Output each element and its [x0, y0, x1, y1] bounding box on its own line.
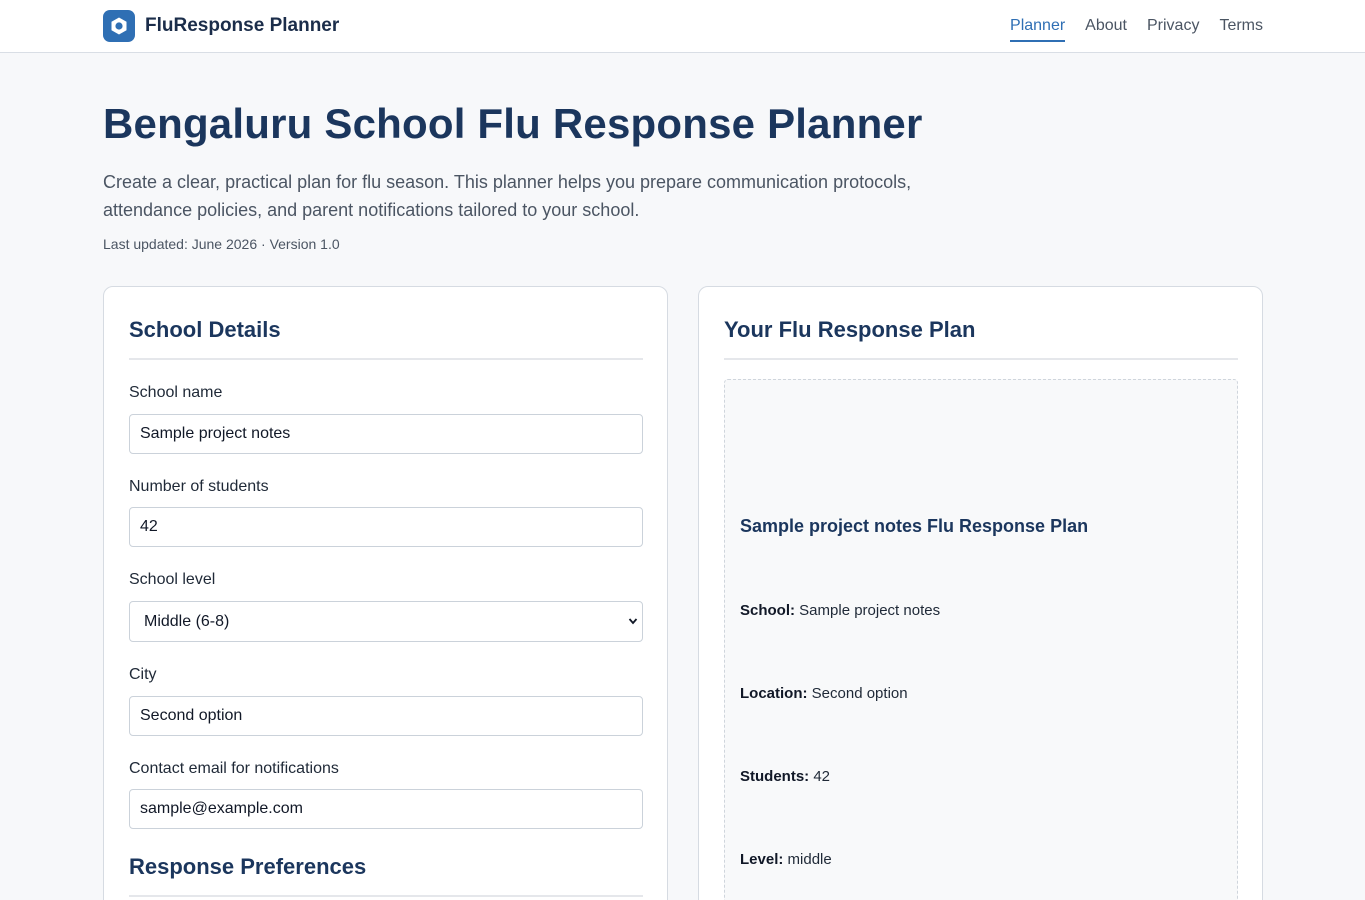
plan-line-students: Students: 42 [740, 768, 830, 785]
school-level-label: School level [129, 571, 216, 588]
response-preferences-heading: Response Preferences [129, 854, 367, 879]
plan-output: Sample project notes Flu Response Plan S… [724, 379, 1238, 900]
main-nav: Planner About Privacy Terms [990, 16, 1263, 42]
plan-line-key: Level: [740, 851, 784, 868]
plan-title: Sample project notes Flu Response Plan [740, 516, 1089, 536]
students-label: Number of students [129, 478, 269, 495]
nav-link-about[interactable]: About [1085, 16, 1127, 42]
city-input[interactable]: Second option [129, 696, 643, 736]
plan-line-level: Level: middle [740, 851, 832, 868]
email-input[interactable]: sample@example.com [129, 789, 643, 829]
plan-line-school: School: Sample project notes [740, 602, 940, 619]
page-description: Create a clear, practical plan for flu s… [103, 172, 912, 220]
plan-line-value: middle [787, 851, 832, 868]
school-level-select[interactable]: Middle (6-8) [129, 601, 643, 642]
school-details-heading: School Details [129, 317, 281, 342]
plan-line-location: Location: Second option [740, 685, 908, 702]
school-details-card: School Details School name Sample projec… [103, 286, 668, 900]
last-updated-meta: Last updated: June 2026 · Version 1.0 [103, 236, 340, 252]
school-level-value: Middle (6-8) [144, 613, 230, 630]
brand-name: FluResponse Planner [145, 15, 340, 36]
plan-line-key: Students: [740, 768, 810, 785]
city-label: City [129, 666, 157, 683]
nav-link-privacy[interactable]: Privacy [1147, 16, 1199, 42]
page-title: Bengaluru School Flu Response Planner [103, 100, 923, 147]
flu-plan-card: Your Flu Response Plan Sample project no… [698, 286, 1263, 900]
hexagon-logo-icon [103, 10, 135, 42]
nav-link-terms[interactable]: Terms [1219, 16, 1263, 42]
school-name-label: School name [129, 384, 223, 401]
plan-line-value: Sample project notes [799, 602, 941, 619]
email-label: Contact email for notifications [129, 760, 339, 777]
nav-link-planner[interactable]: Planner [1010, 16, 1066, 42]
plan-line-value: 42 [813, 768, 831, 785]
students-input[interactable]: 42 [129, 507, 643, 547]
chevron-down-icon [628, 618, 638, 625]
school-name-input[interactable]: Sample project notes [129, 414, 643, 454]
brand[interactable]: FluResponse Planner [103, 10, 339, 42]
section-divider [129, 358, 643, 360]
flu-plan-heading: Your Flu Response Plan [724, 317, 976, 342]
plan-line-value: Second option [811, 685, 908, 702]
section-divider [129, 895, 643, 897]
plan-line-key: Location: [740, 685, 808, 702]
top-navigation-bar: FluResponse Planner Planner About Privac… [0, 0, 1365, 53]
section-divider [724, 358, 1238, 360]
plan-line-key: School: [740, 602, 795, 619]
